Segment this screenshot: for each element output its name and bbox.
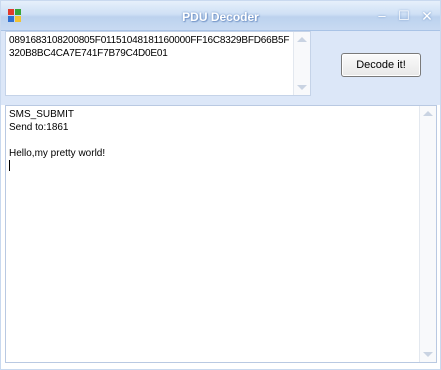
pdu-input-text[interactable]: 0891683108200805F01151048181160000FF16C8…: [9, 34, 294, 60]
close-button[interactable]: ✕: [418, 7, 436, 25]
app-icon: [8, 9, 21, 22]
minimize-button[interactable]: –: [373, 7, 391, 25]
scroll-up-icon[interactable]: [297, 37, 307, 42]
output-line: Hello,my pretty world!: [9, 148, 106, 159]
decoded-output-field[interactable]: SMS_SUBMIT Send to:1861 Hello,my pretty …: [5, 105, 437, 363]
output-line: SMS_SUBMIT: [9, 109, 75, 120]
output-scrollbar[interactable]: [419, 106, 436, 362]
pdu-input-scrollbar[interactable]: [293, 32, 310, 95]
decode-button[interactable]: Decode it!: [341, 53, 421, 77]
output-line: Send to:1861: [9, 122, 69, 133]
decoded-output-text[interactable]: SMS_SUBMIT Send to:1861 Hello,my pretty …: [9, 108, 105, 174]
pdu-input-field[interactable]: 0891683108200805F01151048181160000FF16C8…: [5, 31, 311, 96]
text-caret: [9, 160, 10, 171]
scroll-up-icon[interactable]: [423, 111, 433, 116]
pdu-decoder-window: PDU Decoder – ☐ ✕ 0891683108200805F01151…: [0, 0, 441, 370]
input-panel: 0891683108200805F01151048181160000FF16C8…: [1, 31, 440, 105]
maximize-button[interactable]: ☐: [395, 7, 413, 25]
title-bar[interactable]: PDU Decoder – ☐ ✕: [1, 1, 440, 31]
scroll-down-icon[interactable]: [297, 85, 307, 90]
scroll-down-icon[interactable]: [423, 352, 433, 357]
